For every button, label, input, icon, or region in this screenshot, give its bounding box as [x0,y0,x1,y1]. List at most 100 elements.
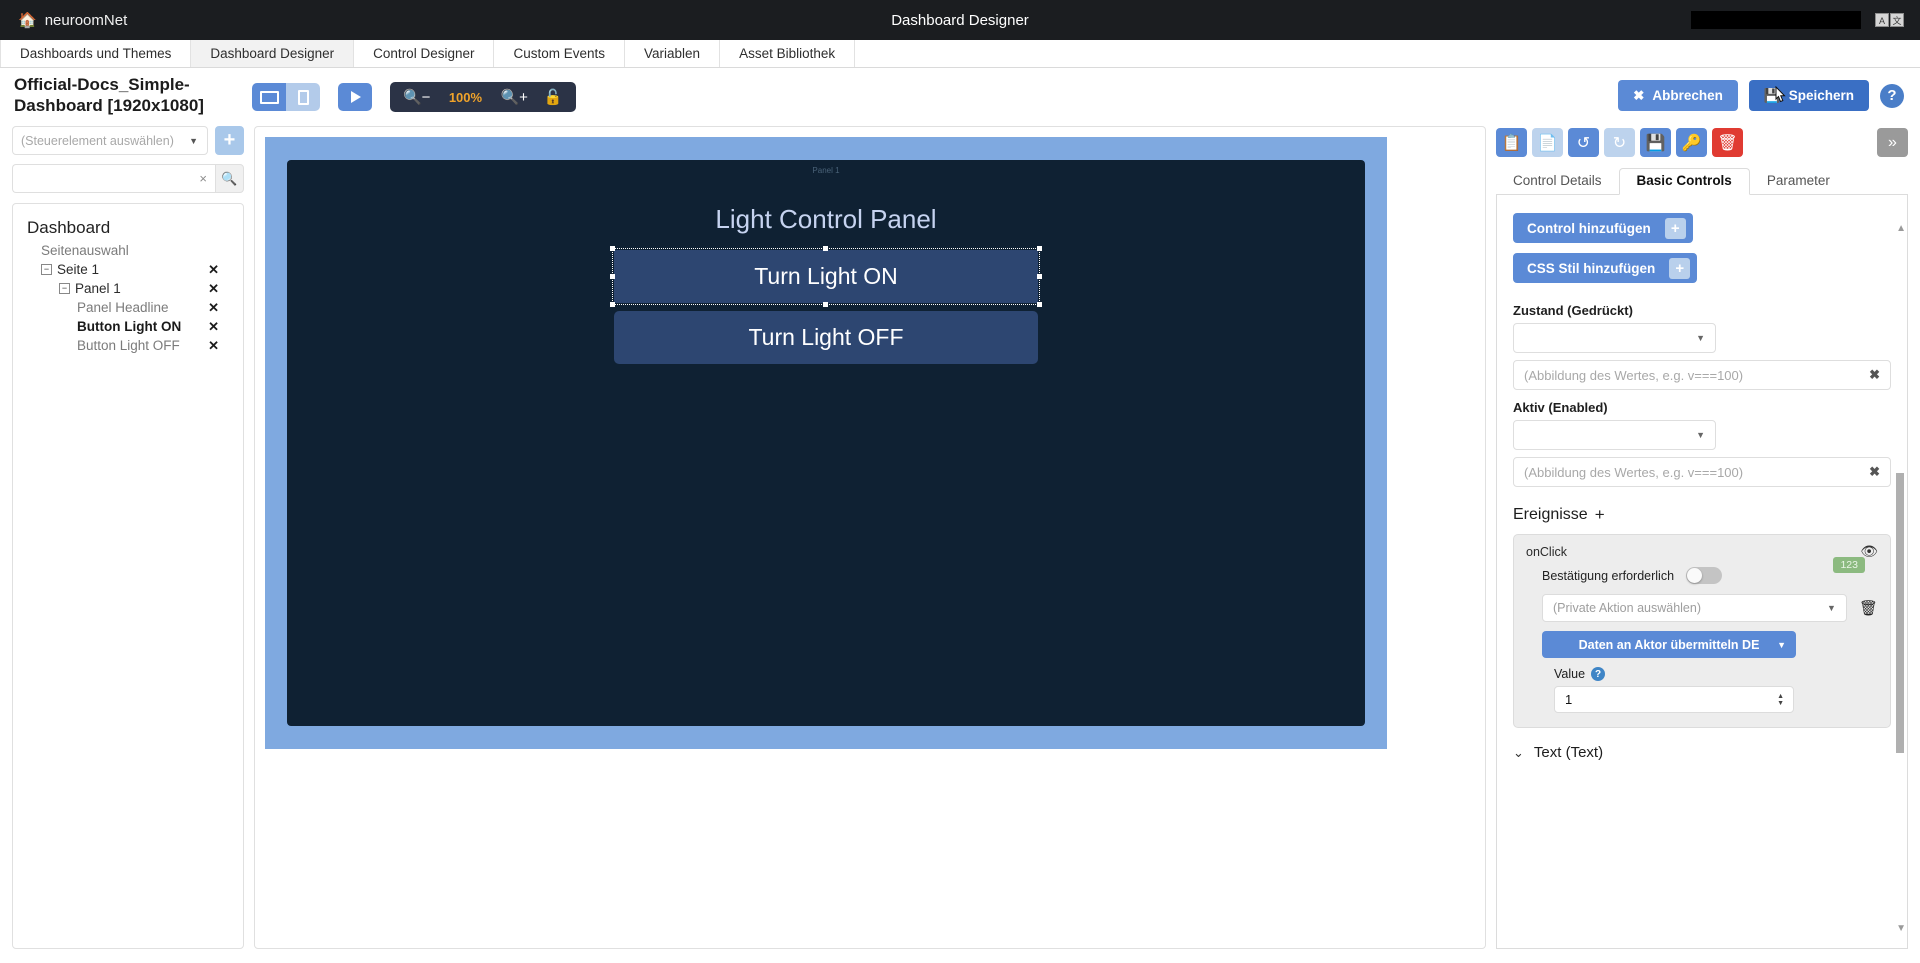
search-button[interactable]: 🔍 [215,164,244,193]
resize-handle-bottom-right[interactable] [1037,302,1042,307]
action-type-label: Daten an Aktor übermitteln DE [1579,638,1760,652]
tab-basic-controls[interactable]: Basic Controls [1619,168,1750,195]
tree-item-panel-headline[interactable]: Panel Headline ✕ [23,298,233,317]
stepper-down-icon[interactable]: ▼ [1777,700,1784,707]
properties-scrollbar-thumb[interactable] [1896,473,1904,753]
zustand-mapping-input[interactable]: (Abbildung des Wertes, e.g. v===100) ✖ [1513,360,1891,390]
control-select[interactable]: (Steuerelement auswählen) ▼ [12,126,208,155]
aktiv-select[interactable]: ▼ [1513,420,1716,450]
delete-event-icon[interactable]: 🗑 [1859,599,1878,617]
confirm-required-toggle[interactable] [1686,567,1722,584]
zustand-label: Zustand (Gedrückt) [1513,303,1891,318]
toggle-knob [1687,568,1702,583]
element-tree: Dashboard Seitenauswahl − Seite 1 ✕ − Pa… [12,203,244,949]
add-event-icon[interactable]: + [1595,505,1605,525]
canvas-panel[interactable]: Panel 1 Light Control Panel Turn Light O… [287,160,1365,726]
paste-icon[interactable]: 📄 [1532,128,1563,157]
value-input[interactable]: 1 ▲ ▼ [1554,686,1794,713]
canvas-headline[interactable]: Light Control Panel [287,204,1365,235]
scroll-down-arrow-icon[interactable]: ▼ [1896,923,1906,934]
clear-icon[interactable]: ✖ [1869,464,1880,480]
portrait-view-icon[interactable] [286,83,320,111]
save-icon[interactable]: 💾 [1640,128,1671,157]
zustand-select[interactable]: ▼ [1513,323,1716,353]
search-clear-icon[interactable]: × [199,171,207,186]
undo-icon[interactable]: ↺ [1568,128,1599,157]
action-type-button[interactable]: Daten an Aktor übermitteln DE ▼ [1542,631,1796,658]
properties-panel: 📋 📄 ↺ ↻ 💾 🔑 🗑 » Control Details Basic Co… [1496,126,1908,949]
confirm-required-label: Bestätigung erforderlich [1542,569,1674,583]
top-bar-right: A 文 [1691,11,1920,29]
cancel-button[interactable]: ✖ Abbrechen [1618,80,1738,111]
nav-tab-dashboards[interactable]: Dashboards und Themes [0,40,191,67]
search-input[interactable]: × [12,164,215,193]
collapse-icon[interactable]: − [41,264,52,275]
private-action-select[interactable]: (Private Aktion auswählen) ▼ [1542,594,1847,622]
tree-item-button-light-off[interactable]: Button Light OFF ✕ [23,336,233,355]
canvas-page[interactable]: Panel 1 Light Control Panel Turn Light O… [265,137,1387,749]
landscape-view-icon[interactable] [252,83,286,111]
zoom-in-icon[interactable]: 🔍+ [500,90,527,105]
header-actions: ✖ Abbrechen 💾 Speichern ? [1618,80,1904,111]
tree-root-label: Dashboard [23,218,233,238]
properties-toolbar: 📋 📄 ↺ ↻ 💾 🔑 🗑 » [1496,126,1908,157]
brand[interactable]: 🏠 neuroomNet [18,12,127,29]
scroll-up-arrow-icon[interactable]: ▲ [1896,223,1906,234]
add-control-button-panel[interactable]: Control hinzufügen + [1513,213,1693,243]
tree-item-button-light-on[interactable]: Button Light ON ✕ [23,317,233,336]
language-switcher[interactable]: A 文 [1875,13,1904,27]
nav-tab-variablen[interactable]: Variablen [625,40,720,67]
canvas-button-light-on[interactable]: Turn Light ON [614,250,1038,303]
aktiv-mapping-input[interactable]: (Abbildung des Wertes, e.g. v===100) ✖ [1513,457,1891,487]
zoom-out-icon[interactable]: 🔍− [403,90,430,105]
text-section-toggle[interactable]: ⌄ Text (Text) [1513,744,1891,761]
nav-tab-control-designer[interactable]: Control Designer [354,40,494,67]
lock-icon[interactable]: 🔓 [544,90,563,105]
save-button[interactable]: 💾 Speichern [1749,80,1869,111]
plus-icon: + [1669,258,1690,279]
copy-icon[interactable]: 📋 [1496,128,1527,157]
tab-parameter[interactable]: Parameter [1750,169,1847,194]
preview-play-button[interactable] [338,83,372,111]
tree-item-remove-icon[interactable]: ✕ [208,300,219,316]
nav-tab-asset-bibliothek[interactable]: Asset Bibliothek [720,40,855,67]
tab-control-details[interactable]: Control Details [1496,169,1619,194]
tree-item-remove-icon[interactable]: ✕ [208,281,219,297]
tree-item-seitenauswahl[interactable]: Seitenauswahl [23,241,233,260]
events-label: Ereignisse [1513,506,1588,524]
collapse-panel-icon[interactable]: » [1877,128,1908,157]
view-mode-toggle[interactable] [252,83,320,111]
properties-tabs: Control Details Basic Controls Parameter [1496,167,1908,195]
zoom-controls: 🔍− 100% 🔍+ 🔓 [390,82,576,112]
add-css-style-button[interactable]: CSS Stil hinzufügen + [1513,253,1697,283]
nav-tab-custom-events[interactable]: Custom Events [494,40,625,67]
page-header: Official-Docs_Simple-Dashboard [1920x108… [0,68,1920,126]
language-b-icon[interactable]: 文 [1890,13,1904,27]
delete-icon[interactable]: 🗑 [1712,128,1743,157]
designer-toolbar: 🔍− 100% 🔍+ 🔓 [252,82,576,112]
redo-icon[interactable]: ↻ [1604,128,1635,157]
tree-item-label: Seite 1 [57,262,99,277]
tree-item-remove-icon[interactable]: ✕ [208,319,219,335]
left-sidebar: (Steuerelement auswählen) ▼ + × 🔍 Dashbo… [12,126,244,949]
language-a-icon[interactable]: A [1875,13,1889,27]
redacted-user-field [1691,11,1861,29]
add-control-button[interactable]: + [215,126,244,155]
value-text: 1 [1565,692,1572,707]
tree-item-remove-icon[interactable]: ✕ [208,262,219,278]
number-stepper-icon[interactable]: ▲ ▼ [1777,693,1784,707]
canvas-button-light-off[interactable]: Turn Light OFF [614,311,1038,364]
nav-tab-dashboard-designer[interactable]: Dashboard Designer [191,40,354,67]
value-label: Value [1554,667,1585,681]
tree-item-panel-1[interactable]: − Panel 1 ✕ [23,279,233,298]
help-icon[interactable]: ? [1591,667,1605,681]
tree-item-seite-1[interactable]: − Seite 1 ✕ [23,260,233,279]
help-button[interactable]: ? [1880,84,1904,108]
collapse-icon[interactable]: − [59,283,70,294]
home-icon: 🏠 [18,13,37,28]
clear-icon[interactable]: ✖ [1869,367,1880,383]
tree-item-label: Panel Headline [77,300,169,315]
stepper-up-icon[interactable]: ▲ [1777,693,1784,700]
key-icon[interactable]: 🔑 [1676,128,1707,157]
tree-item-remove-icon[interactable]: ✕ [208,338,219,354]
